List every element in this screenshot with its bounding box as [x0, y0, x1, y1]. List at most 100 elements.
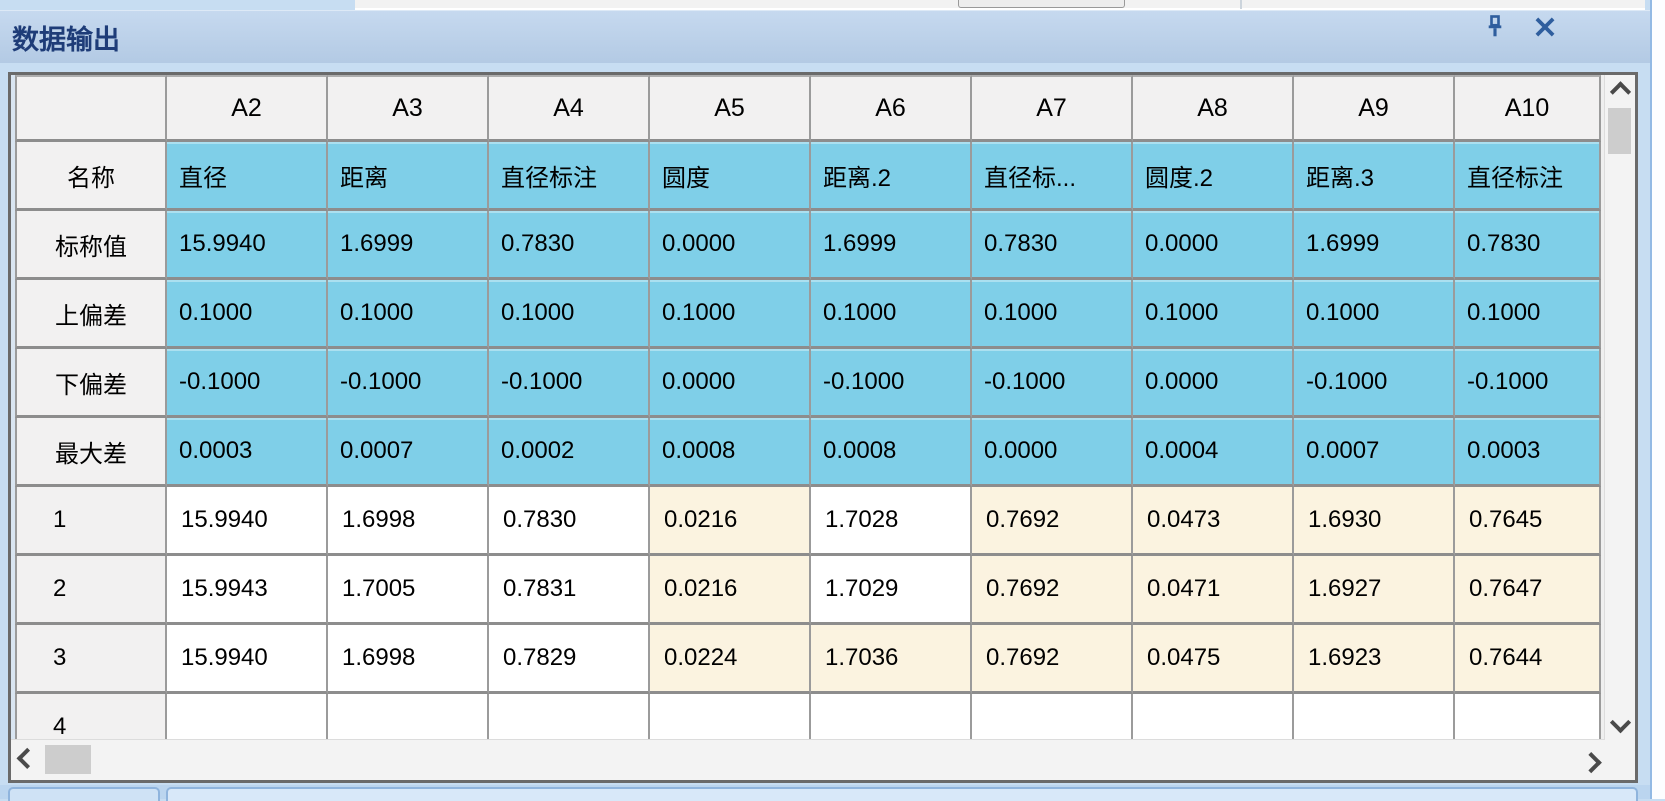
data-cell[interactable]: 15.9943: [167, 556, 328, 625]
data-cell[interactable]: 0.0475: [1133, 625, 1294, 694]
data-cell[interactable]: 0.7645: [1455, 487, 1601, 556]
data-cell[interactable]: 0.7831: [489, 556, 650, 625]
meta-cell[interactable]: -0.1000: [972, 349, 1133, 418]
meta-cell[interactable]: 0.7830: [1455, 211, 1601, 280]
data-cell[interactable]: 1.7036: [811, 625, 972, 694]
meta-cell[interactable]: 0.0003: [1455, 418, 1601, 487]
data-cell[interactable]: 1.6923: [1294, 625, 1455, 694]
data-cell[interactable]: 0.7829: [489, 625, 650, 694]
meta-cell[interactable]: 直径标...: [972, 142, 1133, 211]
meta-cell[interactable]: 0.1000: [1455, 280, 1601, 349]
row-label[interactable]: 3: [15, 625, 167, 694]
meta-cell[interactable]: 0.1000: [811, 280, 972, 349]
meta-cell[interactable]: 0.0000: [1133, 349, 1294, 418]
meta-cell[interactable]: -0.1000: [1455, 349, 1601, 418]
data-cell[interactable]: 15.9940: [167, 625, 328, 694]
data-cell[interactable]: [972, 694, 1133, 740]
column-header[interactable]: A3: [328, 75, 489, 142]
data-cell[interactable]: 0.0224: [650, 625, 811, 694]
meta-cell[interactable]: 0.1000: [489, 280, 650, 349]
meta-cell[interactable]: 0.1000: [1133, 280, 1294, 349]
scroll-down-button[interactable]: [1605, 710, 1635, 740]
data-cell[interactable]: 0.7692: [972, 487, 1133, 556]
meta-cell[interactable]: 0.0000: [972, 418, 1133, 487]
row-label[interactable]: 1: [15, 487, 167, 556]
scroll-right-button[interactable]: [1575, 740, 1605, 780]
data-cell[interactable]: 0.7830: [489, 487, 650, 556]
meta-cell[interactable]: 0.0007: [1294, 418, 1455, 487]
meta-cell[interactable]: 0.0000: [650, 349, 811, 418]
meta-cell[interactable]: 0.0003: [167, 418, 328, 487]
data-cell[interactable]: [811, 694, 972, 740]
column-header[interactable]: A10: [1455, 75, 1601, 142]
data-cell[interactable]: [489, 694, 650, 740]
data-cell[interactable]: 0.0471: [1133, 556, 1294, 625]
data-cell[interactable]: 0.0216: [650, 556, 811, 625]
pin-icon[interactable]: [1478, 11, 1512, 43]
meta-cell[interactable]: 距离.2: [811, 142, 972, 211]
meta-cell[interactable]: 直径: [167, 142, 328, 211]
data-cell[interactable]: [1455, 694, 1601, 740]
data-cell[interactable]: 1.7028: [811, 487, 972, 556]
meta-cell[interactable]: 圆度: [650, 142, 811, 211]
row-label[interactable]: 4: [15, 694, 167, 740]
meta-cell[interactable]: 0.0000: [1133, 211, 1294, 280]
meta-cell[interactable]: 距离: [328, 142, 489, 211]
row-label[interactable]: 最大差: [15, 418, 167, 487]
data-cell[interactable]: 15.9940: [167, 487, 328, 556]
column-header[interactable]: A8: [1133, 75, 1294, 142]
vertical-scrollbar-thumb[interactable]: [1608, 108, 1631, 154]
data-cell[interactable]: 0.7644: [1455, 625, 1601, 694]
meta-cell[interactable]: 1.6999: [328, 211, 489, 280]
vertical-scrollbar[interactable]: [1604, 75, 1635, 740]
meta-cell[interactable]: 距离.3: [1294, 142, 1455, 211]
meta-cell[interactable]: -0.1000: [328, 349, 489, 418]
row-label[interactable]: 2: [15, 556, 167, 625]
scroll-left-button[interactable]: [11, 740, 41, 780]
data-cell[interactable]: 0.0473: [1133, 487, 1294, 556]
meta-cell[interactable]: 0.0004: [1133, 418, 1294, 487]
data-cell[interactable]: [328, 694, 489, 740]
data-cell[interactable]: [650, 694, 811, 740]
column-header[interactable]: A7: [972, 75, 1133, 142]
row-label[interactable]: 名称: [15, 142, 167, 211]
meta-cell[interactable]: 直径标注: [1455, 142, 1601, 211]
row-label[interactable]: 上偏差: [15, 280, 167, 349]
horizontal-scrollbar-thumb[interactable]: [45, 745, 91, 774]
data-cell[interactable]: 0.0216: [650, 487, 811, 556]
meta-cell[interactable]: -0.1000: [489, 349, 650, 418]
meta-cell[interactable]: 15.9940: [167, 211, 328, 280]
row-label[interactable]: 下偏差: [15, 349, 167, 418]
meta-cell[interactable]: 0.7830: [972, 211, 1133, 280]
meta-cell[interactable]: 0.1000: [328, 280, 489, 349]
column-header[interactable]: A6: [811, 75, 972, 142]
close-icon[interactable]: [1528, 11, 1562, 43]
meta-cell[interactable]: -0.1000: [167, 349, 328, 418]
horizontal-scrollbar[interactable]: [11, 739, 1605, 780]
panel-titlebar[interactable]: 数据输出: [0, 10, 1650, 63]
data-cell[interactable]: 1.6998: [328, 487, 489, 556]
column-header[interactable]: A2: [167, 75, 328, 142]
meta-cell[interactable]: 0.0002: [489, 418, 650, 487]
data-cell[interactable]: 1.7005: [328, 556, 489, 625]
meta-cell[interactable]: 0.7830: [489, 211, 650, 280]
data-cell[interactable]: 1.6927: [1294, 556, 1455, 625]
meta-cell[interactable]: 0.0008: [811, 418, 972, 487]
meta-cell[interactable]: 0.1000: [972, 280, 1133, 349]
column-header[interactable]: A9: [1294, 75, 1455, 142]
data-cell[interactable]: [1294, 694, 1455, 740]
meta-cell[interactable]: 1.6999: [811, 211, 972, 280]
meta-cell[interactable]: 圆度.2: [1133, 142, 1294, 211]
data-cell[interactable]: [167, 694, 328, 740]
scroll-up-button[interactable]: [1605, 75, 1635, 105]
meta-cell[interactable]: 0.0000: [650, 211, 811, 280]
column-header[interactable]: A5: [650, 75, 811, 142]
meta-cell[interactable]: -0.1000: [1294, 349, 1455, 418]
data-cell[interactable]: 1.6998: [328, 625, 489, 694]
meta-cell[interactable]: 0.1000: [1294, 280, 1455, 349]
data-cell[interactable]: 0.7692: [972, 556, 1133, 625]
meta-cell[interactable]: 0.1000: [167, 280, 328, 349]
meta-cell[interactable]: 0.0007: [328, 418, 489, 487]
meta-cell[interactable]: 直径标注: [489, 142, 650, 211]
data-cell[interactable]: 0.7692: [972, 625, 1133, 694]
